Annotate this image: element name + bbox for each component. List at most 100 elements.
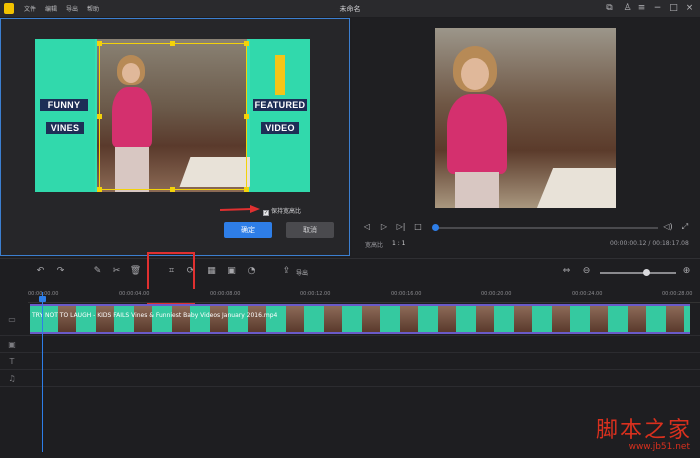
playback-progress-knob[interactable] <box>432 224 439 231</box>
volume-icon[interactable]: ◁) <box>663 222 673 232</box>
fullscreen-icon[interactable]: ⤢ <box>680 222 690 232</box>
crop-handle-bl[interactable] <box>97 187 102 192</box>
girl-face <box>461 58 489 90</box>
message-icon[interactable]: ⧉ <box>604 3 615 14</box>
fit-timeline-icon[interactable]: ⇔ <box>560 265 573 278</box>
clip-thumbnail <box>58 306 76 332</box>
clip-thumbnail <box>324 306 342 332</box>
maximize-icon[interactable]: □ <box>668 3 679 14</box>
crop-handle-bottom[interactable] <box>170 187 175 192</box>
clip-thumbnail <box>514 306 532 332</box>
video-track-icon: ▭ <box>8 315 16 324</box>
zoom-slider-track[interactable] <box>600 272 676 274</box>
snapshot-icon[interactable]: ▣ <box>225 265 238 278</box>
edit-toolbar <box>0 258 700 287</box>
zoom-out-icon[interactable]: ⊖ <box>580 265 593 278</box>
time-display: 00:00:00.12 / 00:18:17.08 <box>610 240 689 247</box>
vines-label: VINES <box>46 122 84 134</box>
clip-thumbnail <box>210 306 228 332</box>
keep-ratio-label: 保持宽高比 <box>271 208 302 215</box>
funny-label: FUNNY <box>40 99 88 111</box>
playback-progress-track[interactable] <box>435 227 658 229</box>
zoom-in-icon[interactable]: ⊕ <box>680 265 693 278</box>
clip-thumbnail <box>666 306 684 332</box>
aspect-ratio-value[interactable]: 1 : 1 <box>392 240 405 247</box>
edit-pencil-icon[interactable]: ✎ <box>91 265 104 278</box>
next-frame-icon[interactable]: ▷| <box>396 222 406 232</box>
girl-body <box>447 94 507 174</box>
music-track-icon: ♫ <box>8 374 16 383</box>
clip-thumbnail <box>362 306 380 332</box>
clip-thumbnail <box>286 306 304 332</box>
crop-handle-top[interactable] <box>170 41 175 46</box>
crop-handle-tl[interactable] <box>97 41 102 46</box>
play-icon[interactable]: ▷ <box>379 222 389 232</box>
split-scissors-icon[interactable]: ✂ <box>110 265 123 278</box>
clip-thumbnail <box>248 306 266 332</box>
zoom-slider-knob[interactable] <box>642 269 650 276</box>
keep-ratio-checkbox[interactable]: ✓ <box>263 210 269 216</box>
playhead-line[interactable] <box>42 292 43 452</box>
clip-thumbnail <box>172 306 190 332</box>
clip-thumbnail <box>552 306 570 332</box>
prev-frame-icon[interactable]: ◁ <box>362 222 372 232</box>
table <box>536 168 616 208</box>
red-arrow-annotation <box>220 205 260 213</box>
user-icon[interactable]: ♙ <box>622 3 633 14</box>
delete-icon[interactable]: 🗑 <box>129 265 142 278</box>
tick-label: 00:00:04.00 <box>119 291 150 297</box>
stop-icon[interactable]: □ <box>413 222 423 232</box>
featured-label: FEATURED <box>253 99 307 111</box>
clip-thumbnail <box>476 306 494 332</box>
redo-icon[interactable]: ↷ <box>54 265 67 278</box>
tick-label: 00:00:12.00 <box>300 291 331 297</box>
preview-video <box>435 28 616 208</box>
playhead-handle[interactable] <box>39 296 46 302</box>
overlay-track[interactable]: ▣ <box>0 337 700 353</box>
crop-handle-left[interactable] <box>97 114 102 119</box>
girl-pants <box>455 172 499 208</box>
crop-handle-tr[interactable] <box>244 41 249 46</box>
tick-label: 00:00:24.00 <box>572 291 603 297</box>
watermark-url: www.jb51.net <box>628 442 690 452</box>
right-video-panel: FEATURED VIDEO <box>250 39 310 192</box>
tick-label: 00:00:20.00 <box>481 291 512 297</box>
undo-icon[interactable]: ↶ <box>34 265 47 278</box>
crop-handle-br[interactable] <box>244 187 249 192</box>
video-clip[interactable] <box>30 304 690 334</box>
mosaic-icon[interactable]: ▦ <box>205 265 218 278</box>
minimize-icon[interactable]: − <box>652 3 663 14</box>
watermark: 脚本之家 www.jb51.net <box>560 410 700 458</box>
tick-label: 00:00:28.00 <box>662 291 693 297</box>
confirm-button[interactable]: 确定 <box>224 222 272 238</box>
overlay-track-icon: ▣ <box>8 340 16 349</box>
tick-label: 00:00:16.00 <box>391 291 422 297</box>
watermark-text: 脚本之家 <box>595 418 692 443</box>
crop-selection-frame[interactable] <box>97 41 249 192</box>
window-title: 未命名 <box>339 5 361 13</box>
timeline-ruler[interactable]: 00:00:00.00 00:00:04.00 00:00:08.00 00:0… <box>28 289 700 303</box>
left-video-panel: FUNNY VINES <box>35 39 95 192</box>
up-arrow-icon <box>275 55 285 95</box>
clip-thumbnail <box>628 306 646 332</box>
text-track[interactable]: T <box>0 354 700 370</box>
clip-thumbnail <box>134 306 152 332</box>
aspect-ratio-label: 宽高比 <box>365 242 384 249</box>
clip-thumbnail <box>400 306 418 332</box>
clip-thumbnail <box>590 306 608 332</box>
export-label[interactable]: 导出 <box>296 268 308 277</box>
export-icon[interactable]: ⇪ <box>280 265 293 278</box>
clip-thumbnail <box>438 306 456 332</box>
menu-icon[interactable]: ≡ <box>636 3 647 14</box>
clip-title: TRY NOT TO LAUGH - KIDS FAILS Vines & Fu… <box>32 312 278 319</box>
tick-label: 00:00:08.00 <box>210 291 241 297</box>
cancel-button[interactable]: 取消 <box>286 222 334 238</box>
video-label: VIDEO <box>261 122 299 134</box>
speed-icon[interactable]: ◔ <box>245 265 258 278</box>
crop-handle-right[interactable] <box>244 114 249 119</box>
keep-ratio-option[interactable]: ✓ 保持宽高比 <box>263 206 301 216</box>
text-track-icon: T <box>9 357 15 366</box>
music-track[interactable]: ♫ <box>0 371 700 387</box>
close-icon[interactable]: × <box>684 3 695 14</box>
clip-thumbnail <box>96 306 114 332</box>
